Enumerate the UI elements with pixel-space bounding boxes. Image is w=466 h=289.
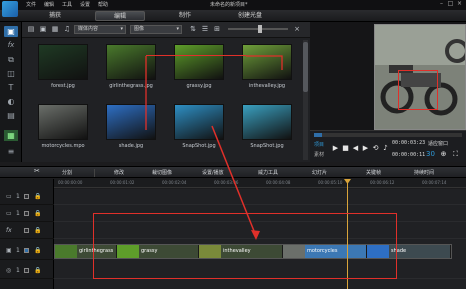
app-logo — [2, 1, 18, 17]
annotation-arrow — [145, 55, 283, 240]
